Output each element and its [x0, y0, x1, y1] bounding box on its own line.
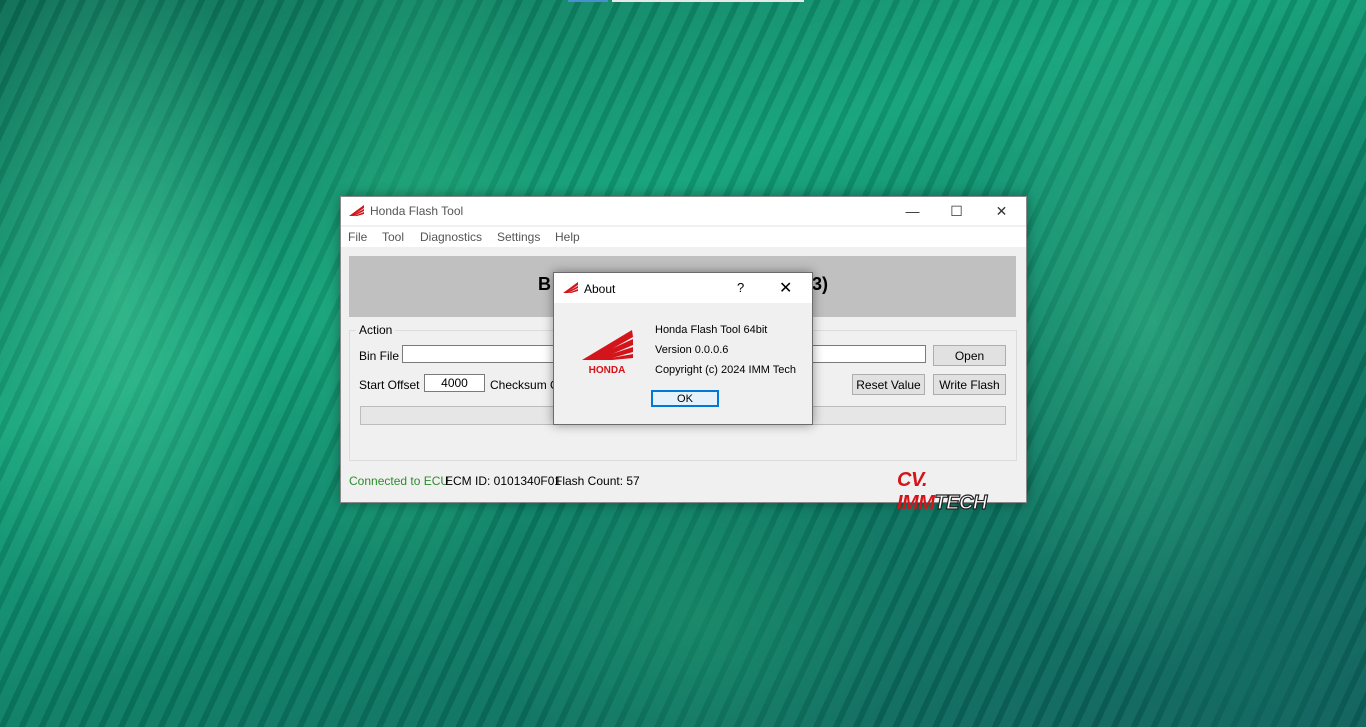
checksum-label: Checksum Of	[490, 378, 563, 392]
action-group-label: Action	[356, 323, 396, 337]
header-title-right: 3)	[812, 274, 829, 294]
honda-logo-text: HONDA	[589, 365, 626, 376]
honda-logo: HONDA	[582, 330, 633, 376]
top-edge-strip	[612, 0, 804, 2]
title-bar[interactable]: Honda Flash Tool — ☐ ✕	[341, 197, 1026, 225]
brand-part1: CV. IMM	[897, 469, 935, 514]
about-title: About	[584, 282, 616, 296]
about-title-bar[interactable]: About ? ✕	[554, 273, 812, 303]
start-offset-input[interactable]: 4000	[424, 374, 485, 392]
about-dialog: About ? ✕ HONDA Honda Flash Tool 64bit V…	[553, 272, 813, 425]
flash-count: Flash Count: 57	[555, 474, 640, 488]
ok-button[interactable]: OK	[651, 390, 719, 407]
menu-file[interactable]: File	[348, 230, 367, 244]
imm-tech-logo: CV. IMMTECH	[897, 469, 1017, 515]
menu-help[interactable]: Help	[555, 230, 580, 244]
help-button[interactable]: ?	[737, 280, 744, 295]
about-copyright: Copyright (c) 2024 IMM Tech	[655, 364, 797, 376]
brand-part2: TECH	[934, 491, 988, 514]
taskbar-indicator	[568, 0, 608, 2]
header-title-left: B	[538, 274, 551, 294]
menu-tool[interactable]: Tool	[382, 230, 404, 244]
honda-wing-icon	[563, 282, 578, 293]
honda-wing-icon	[349, 205, 364, 216]
open-button[interactable]: Open	[933, 345, 1006, 366]
window-title: Honda Flash Tool	[370, 204, 464, 218]
close-button[interactable]: ✕	[979, 197, 1024, 225]
about-close-button[interactable]: ✕	[779, 278, 792, 298]
about-version: Version 0.0.0.6	[655, 344, 729, 356]
menu-diagnostics[interactable]: Diagnostics	[420, 230, 482, 244]
reset-value-button[interactable]: Reset Value	[852, 374, 925, 395]
ecm-id: ECM ID: 0101340F01	[445, 474, 562, 488]
start-offset-label: Start Offset	[359, 378, 420, 392]
write-flash-button[interactable]: Write Flash	[933, 374, 1006, 395]
menu-bar: File Tool Diagnostics Settings Help	[341, 227, 1026, 247]
menu-settings[interactable]: Settings	[497, 230, 540, 244]
connection-status: Connected to ECU	[349, 474, 450, 488]
minimize-button[interactable]: —	[890, 197, 935, 225]
about-product: Honda Flash Tool 64bit	[655, 324, 768, 336]
maximize-button[interactable]: ☐	[934, 197, 979, 225]
bin-file-label: Bin File	[359, 349, 400, 363]
